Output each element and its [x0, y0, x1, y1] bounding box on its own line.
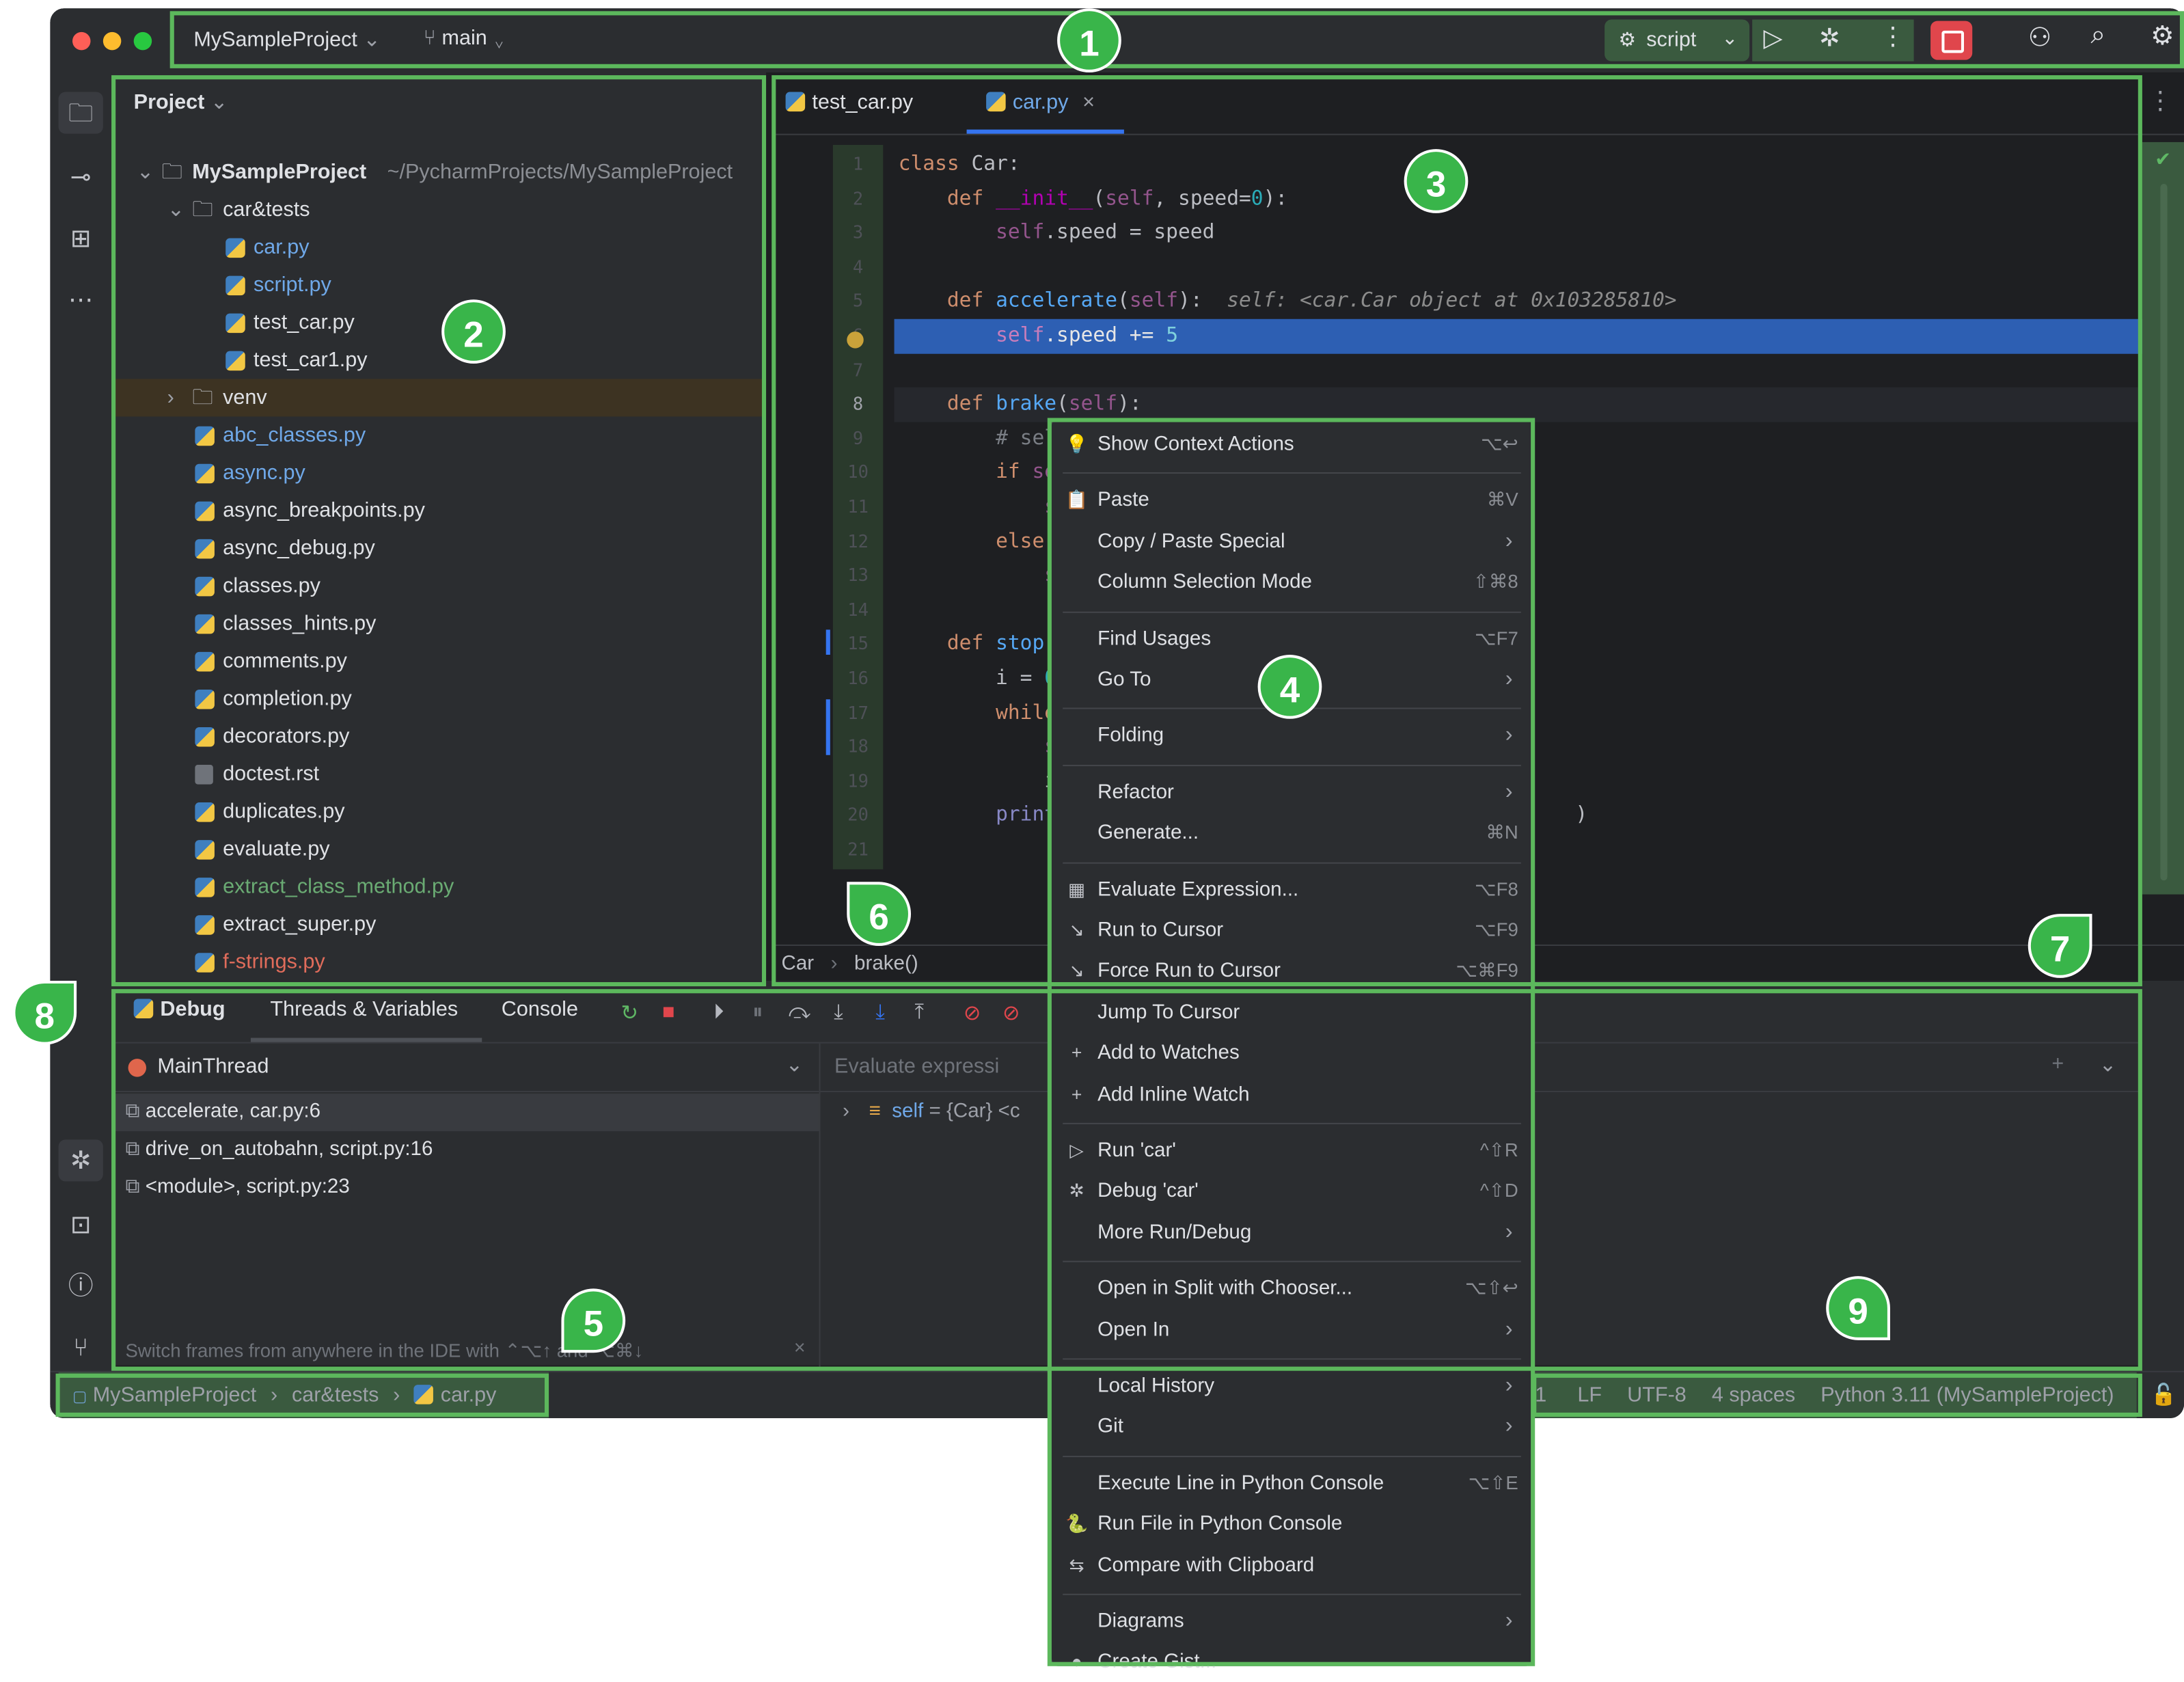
left-tool-strip: 🗀 ⊸ ⊞ ⋯ ✲ ⊡ ⓘ ⑂ — [50, 72, 112, 1418]
minimize-window-button[interactable] — [103, 31, 122, 51]
callout-badge: 5 — [561, 1288, 626, 1353]
callout-badge: 7 — [2028, 914, 2092, 978]
callout-badge: 9 — [1826, 1276, 1890, 1340]
callout-badge: 2 — [441, 299, 506, 364]
callout-badge: 1 — [1057, 8, 1121, 72]
callout-badge: 4 — [1257, 655, 1322, 719]
editor-scrollbar[interactable] — [2160, 184, 2168, 881]
callout-box-5 — [55, 1373, 549, 1417]
callout-badge: 3 — [1404, 149, 1469, 213]
callout-badge: 6 — [847, 882, 912, 947]
problems-icon[interactable]: ⓘ — [59, 1265, 103, 1307]
git-icon[interactable]: ⑂ — [59, 1326, 103, 1368]
tab-options-icon[interactable]: ⋮ — [2148, 86, 2173, 116]
inspection-strip: ✔ — [2142, 141, 2184, 895]
more-tools-icon[interactable]: ⋯ — [59, 279, 103, 321]
close-window-button[interactable] — [72, 31, 91, 51]
callout-badge: 8 — [12, 980, 77, 1045]
lock-icon[interactable]: 🔓 — [2151, 1382, 2176, 1407]
callout-box-1 — [169, 11, 2184, 68]
project-folder-icon[interactable]: 🗀 — [58, 92, 103, 134]
commit-icon[interactable]: ⊸ — [59, 156, 103, 198]
terminal-icon[interactable]: ⊡ — [59, 1204, 103, 1245]
zoom-window-button[interactable] — [133, 31, 152, 51]
debug-tool-icon[interactable]: ✲ — [58, 1139, 103, 1182]
structure-icon[interactable]: ⊞ — [59, 217, 103, 259]
callout-box-9 — [1532, 1373, 2142, 1417]
checkmark-icon: ✔ — [2155, 148, 2172, 170]
callout-box-2 — [111, 75, 767, 987]
